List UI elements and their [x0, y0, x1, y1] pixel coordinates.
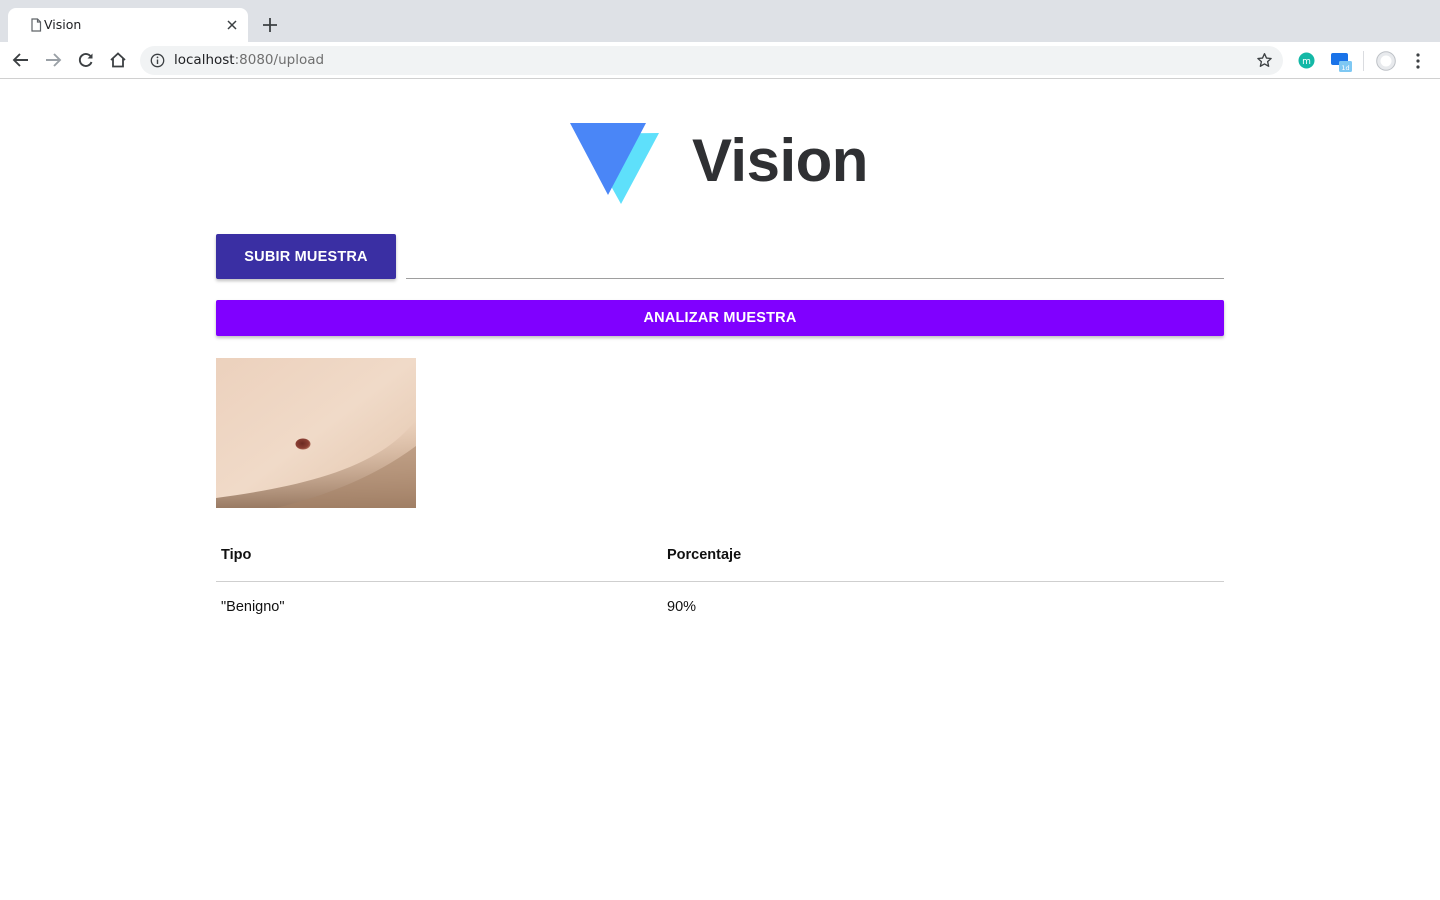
- url-text[interactable]: localhost:8080/upload: [174, 52, 324, 68]
- menu-icon[interactable]: [1410, 52, 1426, 70]
- toolbar-divider: [1363, 51, 1364, 71]
- cell-tipo: "Benigno": [221, 599, 285, 616]
- home-icon[interactable]: [108, 50, 128, 70]
- close-icon[interactable]: [224, 17, 240, 33]
- address-bar[interactable]: localhost:8080/upload: [140, 46, 1283, 75]
- table-row: "Benigno" 90%: [216, 581, 1224, 633]
- brand-title: Vision: [692, 127, 868, 194]
- plus-icon[interactable]: [260, 15, 280, 35]
- forward-icon[interactable]: [43, 50, 63, 70]
- vision-logo: [570, 123, 659, 204]
- tab-title: Vision: [44, 17, 82, 32]
- analyze-sample-button[interactable]: ANALIZAR MUESTRA: [216, 300, 1224, 336]
- browser-tabstrip: Vision: [0, 0, 1440, 42]
- reload-icon[interactable]: [76, 50, 96, 70]
- file-path-field[interactable]: [406, 245, 1224, 279]
- back-icon[interactable]: [11, 50, 31, 70]
- extension-m-icon[interactable]: m: [1298, 52, 1315, 69]
- url-path: :8080/upload: [234, 52, 325, 68]
- svg-text:1d: 1d: [1341, 64, 1349, 72]
- sample-image: [216, 358, 416, 508]
- extension-cast-icon[interactable]: 1d: [1330, 51, 1354, 73]
- column-header-tipo: Tipo: [216, 530, 662, 582]
- browser-tab[interactable]: Vision: [8, 8, 248, 42]
- cell-porcentaje: 90%: [667, 599, 697, 616]
- browser-toolbar: localhost:8080/upload m 1d: [0, 42, 1440, 79]
- results-table: Tipo Porcentaje "Benigno" 90%: [216, 530, 1224, 633]
- star-icon[interactable]: [1256, 52, 1273, 69]
- svg-text:m: m: [1302, 57, 1311, 67]
- page-icon: [31, 18, 42, 32]
- profile-avatar-icon[interactable]: [1376, 51, 1396, 71]
- url-host: localhost: [174, 52, 235, 68]
- column-header-porcentaje: Porcentaje: [662, 530, 1224, 582]
- upload-sample-button[interactable]: SUBIR MUESTRA: [216, 234, 396, 279]
- info-icon[interactable]: [150, 53, 165, 68]
- results-header-row: Tipo Porcentaje: [216, 530, 1224, 582]
